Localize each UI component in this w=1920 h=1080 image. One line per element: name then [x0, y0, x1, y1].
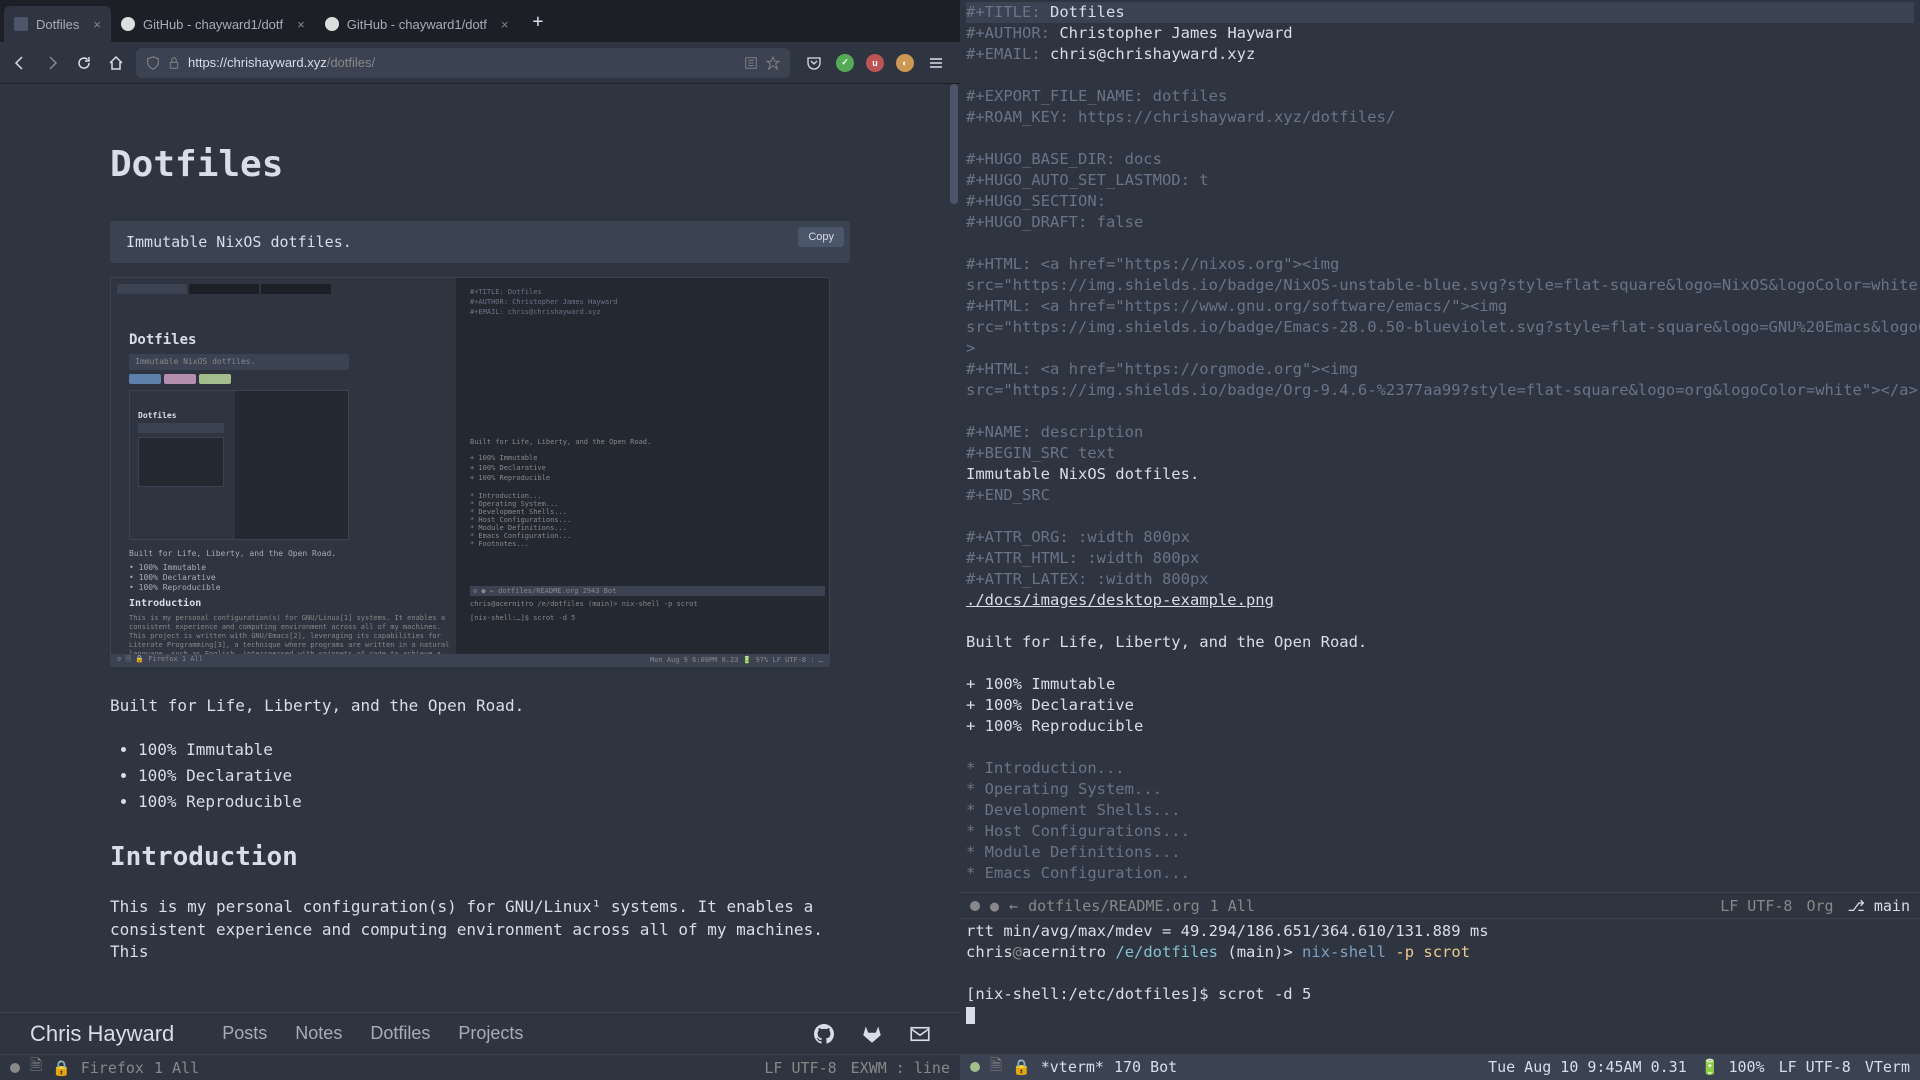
nav-notes[interactable]: Notes	[295, 1023, 342, 1044]
file-icon: 🗎	[990, 1055, 1002, 1080]
lock-icon[interactable]	[168, 56, 180, 70]
buffer-name: Firefox	[81, 1059, 144, 1077]
buffer-position: 170 Bot	[1114, 1058, 1177, 1076]
shield-icon[interactable]	[146, 56, 160, 70]
buffer-name: dotfiles/README.org	[1028, 897, 1200, 915]
screenshot-image: Dotfiles Immutable NixOS dotfiles. Dotfi…	[110, 277, 830, 667]
github-icon[interactable]	[814, 1024, 834, 1044]
editor-buffer[interactable]: #+TITLE: Dotfiles #+AUTHOR: Christopher …	[960, 0, 1920, 892]
feature-list: 100% Immutable 100% Declarative 100% Rep…	[138, 737, 850, 814]
battery-icon: 🔋 100%	[1701, 1058, 1765, 1076]
gitlab-icon[interactable]	[862, 1024, 882, 1044]
modeline-editor: ● ← dotfiles/README.org 1 All LF UTF-8 O…	[960, 892, 1920, 918]
code-block: Immutable NixOS dotfiles. Copy	[110, 221, 850, 263]
file-icon: 🗎	[30, 1055, 42, 1080]
close-icon[interactable]: ×	[93, 17, 101, 32]
favicon	[14, 17, 28, 31]
buffer-name: *vterm*	[1041, 1058, 1104, 1076]
encoding: LF UTF-8	[1720, 897, 1792, 915]
url-text: https://chrishayward.xyz/dotfiles/	[188, 55, 736, 70]
encoding: LF UTF-8	[764, 1059, 836, 1077]
terminal-cursor-line	[966, 1005, 1914, 1026]
favicon	[325, 17, 339, 31]
list-item: 100% Reproducible	[138, 789, 850, 815]
code-text: Immutable NixOS dotfiles.	[126, 233, 352, 251]
mail-icon[interactable]	[910, 1024, 930, 1044]
close-icon[interactable]: ×	[501, 17, 509, 32]
terminal-prompt: [nix-shell:/etc/dotfiles]$ scrot -d 5	[966, 984, 1914, 1005]
new-tab-button[interactable]: +	[519, 11, 558, 32]
tagline: Built for Life, Liberty, and the Open Ro…	[110, 695, 850, 717]
status-dot	[970, 901, 980, 911]
browser-toolbar: https://chrishayward.xyz/dotfiles/ ✓ u ◐	[0, 42, 960, 84]
lock-icon: 🔒	[1012, 1058, 1031, 1076]
tab-title: Dotfiles	[36, 17, 79, 32]
tab-title: GitHub - chayward1/dotf	[143, 17, 283, 32]
tab-github-1[interactable]: GitHub - chayward1/dotf ×	[111, 6, 315, 42]
terminal[interactable]: rtt min/avg/max/mdev = 49.294/186.651/36…	[960, 918, 1920, 1054]
url-bar[interactable]: https://chrishayward.xyz/dotfiles/	[136, 48, 790, 78]
status-dot	[10, 1063, 20, 1073]
list-item: 100% Immutable	[138, 737, 850, 763]
favicon	[121, 17, 135, 31]
modeline-vterm: 🗎 🔒 *vterm* 170 Bot Tue Aug 10 9:45AM 0.…	[960, 1054, 1920, 1080]
tab-title: GitHub - chayward1/dotf	[347, 17, 487, 32]
nav-dotfiles[interactable]: Dotfiles	[370, 1023, 430, 1044]
scrollbar[interactable]	[948, 84, 958, 1012]
terminal-line	[966, 963, 1914, 984]
back-button[interactable]	[8, 51, 32, 75]
status-dot	[970, 1062, 980, 1072]
tab-dotfiles[interactable]: Dotfiles ×	[4, 6, 111, 42]
nav-projects[interactable]: Projects	[458, 1023, 523, 1044]
forward-button[interactable]	[40, 51, 64, 75]
home-button[interactable]	[104, 51, 128, 75]
buffer-position: 1 All	[154, 1059, 199, 1077]
extension-ublock[interactable]: u	[866, 54, 884, 72]
reload-button[interactable]	[72, 51, 96, 75]
extension-badge-orange[interactable]: ◐	[896, 54, 914, 72]
buffer-position: 1 All	[1210, 897, 1255, 915]
copy-button[interactable]: Copy	[798, 227, 844, 247]
modeline-firefox: 🗎 🔒 Firefox 1 All LF UTF-8 EXWM : line	[0, 1054, 960, 1080]
site-nav: Chris Hayward Posts Notes Dotfiles Proje…	[0, 1012, 960, 1054]
site-brand[interactable]: Chris Hayward	[30, 1021, 174, 1047]
list-item: 100% Declarative	[138, 763, 850, 789]
clock: Tue Aug 10 9:45AM 0.31	[1488, 1058, 1687, 1076]
terminal-line: rtt min/avg/max/mdev = 49.294/186.651/36…	[966, 921, 1914, 942]
major-mode: VTerm	[1865, 1058, 1910, 1076]
menu-icon[interactable]	[926, 53, 946, 73]
encoding: LF UTF-8	[1779, 1058, 1851, 1076]
lock-icon: 🔒	[52, 1059, 71, 1077]
bookmark-icon[interactable]	[766, 56, 780, 70]
page-content: Dotfiles Immutable NixOS dotfiles. Copy …	[0, 84, 960, 1012]
paragraph: This is my personal configuration(s) for…	[110, 896, 850, 963]
tab-github-2[interactable]: GitHub - chayward1/dotf ×	[315, 6, 519, 42]
pocket-icon[interactable]	[804, 53, 824, 73]
terminal-prompt: chris@acernitro /e/dotfiles (main)> nix-…	[966, 942, 1914, 963]
close-icon[interactable]: ×	[297, 17, 305, 32]
modified-icon: ●	[990, 897, 999, 915]
major-mode: EXWM : line	[851, 1059, 950, 1077]
page-title: Dotfiles	[110, 144, 850, 185]
reader-icon[interactable]	[744, 56, 758, 70]
back-arrow-icon: ←	[1009, 897, 1018, 915]
browser-tab-strip: Dotfiles × GitHub - chayward1/dotf × Git…	[0, 0, 960, 42]
git-branch: ⎇ main	[1848, 897, 1910, 915]
nav-posts[interactable]: Posts	[222, 1023, 267, 1044]
section-heading: Introduction	[110, 842, 850, 872]
extension-badge-green[interactable]: ✓	[836, 54, 854, 72]
major-mode: Org	[1806, 897, 1833, 915]
